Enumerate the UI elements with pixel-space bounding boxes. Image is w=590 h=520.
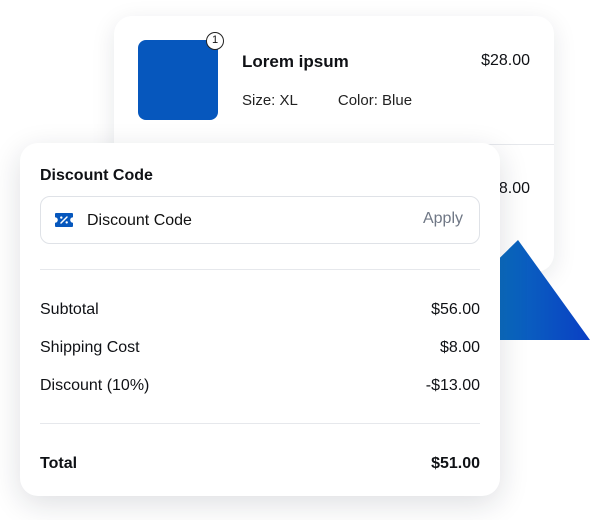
- summary-label: Shipping Cost: [40, 339, 140, 356]
- product-price: $28.00: [481, 52, 530, 69]
- discount-section-title: Discount Code: [40, 167, 153, 184]
- apply-button[interactable]: Apply: [423, 210, 463, 228]
- product-size: Size: XL: [242, 92, 298, 109]
- total-value: $51.00: [431, 455, 480, 472]
- total-label: Total: [40, 455, 78, 472]
- divider: [40, 423, 480, 424]
- product-color: Color: Blue: [337, 92, 413, 109]
- discount-ticket-icon: [55, 213, 73, 227]
- summary-label: Subtotal: [40, 301, 99, 318]
- discount-code-input[interactable]: [85, 207, 389, 235]
- second-item-price: 8.00: [498, 180, 530, 197]
- summary-value: $56.00: [431, 301, 480, 318]
- summary-row-total: Total $51.00: [40, 455, 480, 477]
- summary-row-subtotal: Subtotal $56.00: [40, 301, 480, 323]
- cart-item[interactable]: 1 Lorem ipsum $28.00 Size: XL Color: Blue: [138, 32, 530, 120]
- quantity-badge: 1: [206, 32, 224, 50]
- summary-label: Discount (10%): [40, 377, 150, 394]
- order-summary-card: Discount Code Apply Subtotal $56.00 Ship…: [20, 143, 500, 496]
- product-thumbnail: [138, 40, 218, 120]
- summary-value: -$13.00: [425, 377, 480, 394]
- summary-row-shipping: Shipping Cost $8.00: [40, 339, 480, 361]
- product-meta: Size: XL Color: Blue: [242, 92, 412, 109]
- summary-value: $8.00: [439, 339, 480, 356]
- product-name: Lorem ipsum: [242, 52, 349, 71]
- summary-row-discount: Discount (10%) -$13.00: [40, 377, 480, 399]
- divider: [40, 269, 480, 270]
- discount-code-field[interactable]: Apply: [40, 196, 480, 244]
